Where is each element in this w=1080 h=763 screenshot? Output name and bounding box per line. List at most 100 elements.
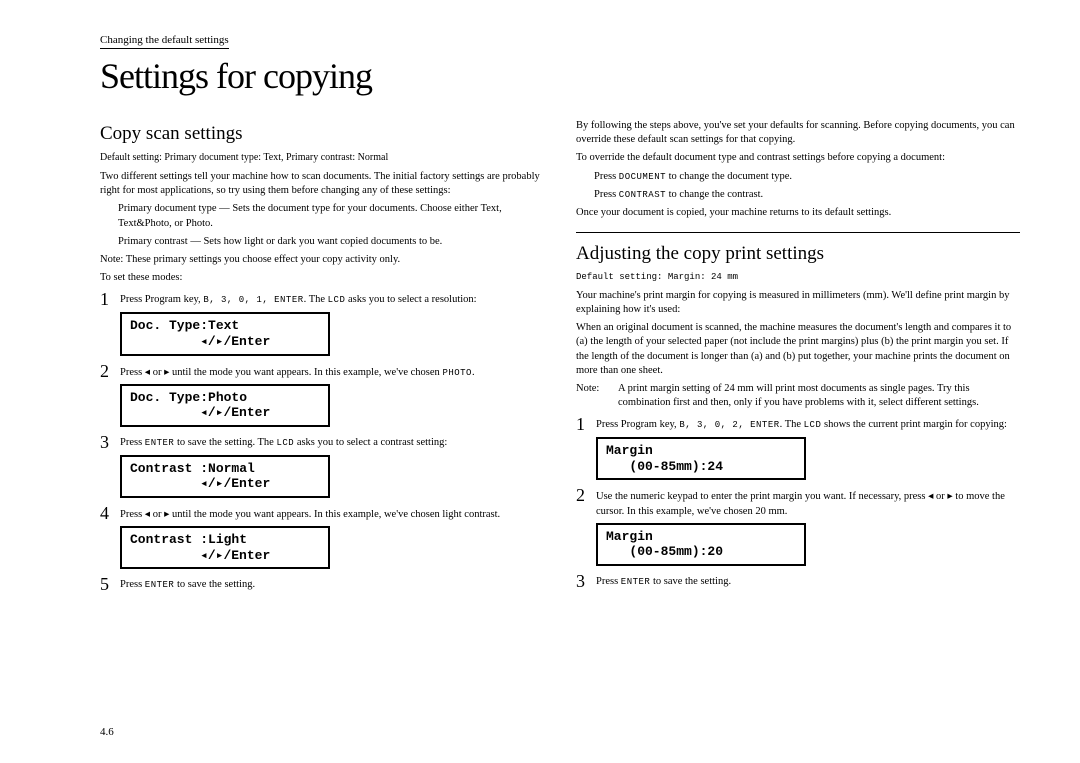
para-override-how: To override the default document type an… <box>576 151 1020 165</box>
step-number: 4 <box>100 504 120 522</box>
def-label: Primary document type — <box>118 203 230 214</box>
section-copy-print-title: Adjusting the copy print settings <box>576 241 1020 267</box>
right-column: By following the steps above, you've set… <box>576 115 1020 596</box>
step-number: 5 <box>100 575 120 593</box>
choice-text: PHOTO <box>442 368 472 378</box>
lcd-line-1: Contrast :Normal <box>130 461 320 477</box>
lcd-display: Contrast :Normal ◂/▸/Enter <box>120 455 330 498</box>
header-breadcrumb: Changing the default settings <box>100 34 229 49</box>
step-text: to save the setting. The <box>174 437 276 448</box>
para-return-default: Once your document is copied, your machi… <box>576 206 1020 220</box>
step-3: 3 Press ENTER to save the setting. The L… <box>100 433 544 451</box>
lcd-line-2: (00-85mm):20 <box>606 544 796 560</box>
lcd-display: Margin (00-85mm):24 <box>596 437 806 480</box>
step-text: or <box>150 367 164 378</box>
step-4: 4 Press ◂ or ▸ until the mode you want a… <box>100 504 544 522</box>
step-text: until the mode you want appears. In this… <box>169 509 500 520</box>
lcd-line-1: Contrast :Light <box>130 532 320 548</box>
section-copy-scan-title: Copy scan settings <box>100 121 544 147</box>
step-text: shows the current print margin for copyi… <box>821 419 1007 430</box>
lcd-word: LCD <box>804 420 822 430</box>
lcd-line-2: ◂/▸/Enter <box>130 548 320 564</box>
intro-paragraph: Two different settings tell your machine… <box>100 170 544 198</box>
key-sequence: B, 3, 0, 2, ENTER <box>679 420 779 430</box>
default-setting-line: Default setting: Margin: 24 mm <box>576 271 1020 283</box>
para-override-intro: By following the steps above, you've set… <box>576 119 1020 147</box>
body-paragraph: When an original document is scanned, th… <box>576 321 1020 378</box>
step-3: 3 Press ENTER to save the setting. <box>576 572 1020 590</box>
note-body: These primary settings you choose effect… <box>126 254 400 265</box>
bullet-text: Press <box>594 171 619 182</box>
default-setting-line: Default setting: Primary document type: … <box>100 151 544 165</box>
step-text: Press <box>120 437 145 448</box>
page-number: 4.6 <box>100 726 114 738</box>
bullet-contrast: Press CONTRAST to change the contrast. <box>594 188 1020 202</box>
step-text: Press <box>120 367 145 378</box>
step-1: 1 Press Program key, B, 3, 0, 2, ENTER. … <box>576 415 1020 433</box>
step-text: to save the setting. <box>650 576 731 587</box>
step-text: . The <box>780 419 804 430</box>
step-text: Press <box>596 576 621 587</box>
step-number: 3 <box>576 572 596 590</box>
to-set-line: To set these modes: <box>100 271 544 285</box>
left-column: Copy scan settings Default setting: Prim… <box>100 115 544 596</box>
definition-contrast: Primary contrast — Sets how light or dar… <box>118 235 544 249</box>
step-number: 1 <box>100 290 120 308</box>
key-enter: ENTER <box>621 577 651 587</box>
def-body: Sets how light or dark you want copied d… <box>203 236 442 247</box>
lcd-line-1: Doc. Type:Text <box>130 318 320 334</box>
step-2: 2 Use the numeric keypad to enter the pr… <box>576 486 1020 518</box>
definition-doc-type: Primary document type — Sets the documen… <box>118 202 544 230</box>
note-line: Note: These primary settings you choose … <box>100 253 544 267</box>
step-text: or <box>150 509 164 520</box>
step-text: until the mode you want appears. In this… <box>169 367 442 378</box>
step-text: to save the setting. <box>174 579 255 590</box>
lcd-display: Doc. Type:Photo ◂/▸/Enter <box>120 384 330 427</box>
note-block: Note: A print margin setting of 24 mm wi… <box>576 382 1020 410</box>
bullet-text: to change the document type. <box>666 171 792 182</box>
lcd-word: LCD <box>276 438 294 448</box>
lcd-display: Margin (00-85mm):20 <box>596 523 806 566</box>
lcd-line-1: Margin <box>606 529 796 545</box>
divider <box>576 232 1020 233</box>
page-title: Settings for copying <box>100 55 1020 97</box>
lcd-display: Doc. Type:Text ◂/▸/Enter <box>120 312 330 355</box>
step-number: 2 <box>100 362 120 380</box>
step-text: Press <box>120 579 145 590</box>
bullet-text: to change the contrast. <box>666 189 763 200</box>
step-text: asks you to select a resolution: <box>345 294 476 305</box>
step-number: 1 <box>576 415 596 433</box>
step-text: Press Program key, <box>120 294 201 305</box>
step-1: 1 Press Program key, B, 3, 0, 1, ENTER. … <box>100 290 544 308</box>
bullet-document: Press DOCUMENT to change the document ty… <box>594 170 1020 184</box>
lcd-line-1: Margin <box>606 443 796 459</box>
step-text: Press Program key, <box>596 419 677 430</box>
note-label: Note: <box>576 382 618 410</box>
step-text: Use the numeric keypad to enter the prin… <box>596 491 928 502</box>
lcd-line-2: ◂/▸/Enter <box>130 334 320 350</box>
step-text: . The <box>304 294 328 305</box>
note-label: Note: <box>100 254 123 265</box>
lcd-display: Contrast :Light ◂/▸/Enter <box>120 526 330 569</box>
step-number: 3 <box>100 433 120 451</box>
lcd-line-1: Doc. Type:Photo <box>130 390 320 406</box>
note-body: A print margin setting of 24 mm will pri… <box>618 382 1020 410</box>
lcd-line-2: (00-85mm):24 <box>606 459 796 475</box>
step-text: asks you to select a contrast setting: <box>294 437 447 448</box>
key-document: DOCUMENT <box>619 172 666 182</box>
lcd-word: LCD <box>328 295 346 305</box>
lcd-line-2: ◂/▸/Enter <box>130 476 320 492</box>
step-number: 2 <box>576 486 596 504</box>
def-label: Primary contrast — <box>118 236 201 247</box>
intro-paragraph: Your machine's print margin for copying … <box>576 289 1020 317</box>
key-sequence: B, 3, 0, 1, ENTER <box>203 295 303 305</box>
key-enter: ENTER <box>145 438 175 448</box>
step-5: 5 Press ENTER to save the setting. <box>100 575 544 593</box>
lcd-line-2: ◂/▸/Enter <box>130 405 320 421</box>
step-text: . <box>472 367 475 378</box>
key-contrast: CONTRAST <box>619 190 666 200</box>
bullet-text: Press <box>594 189 619 200</box>
step-text: or <box>933 491 947 502</box>
step-text: Press <box>120 509 145 520</box>
key-enter: ENTER <box>145 580 175 590</box>
